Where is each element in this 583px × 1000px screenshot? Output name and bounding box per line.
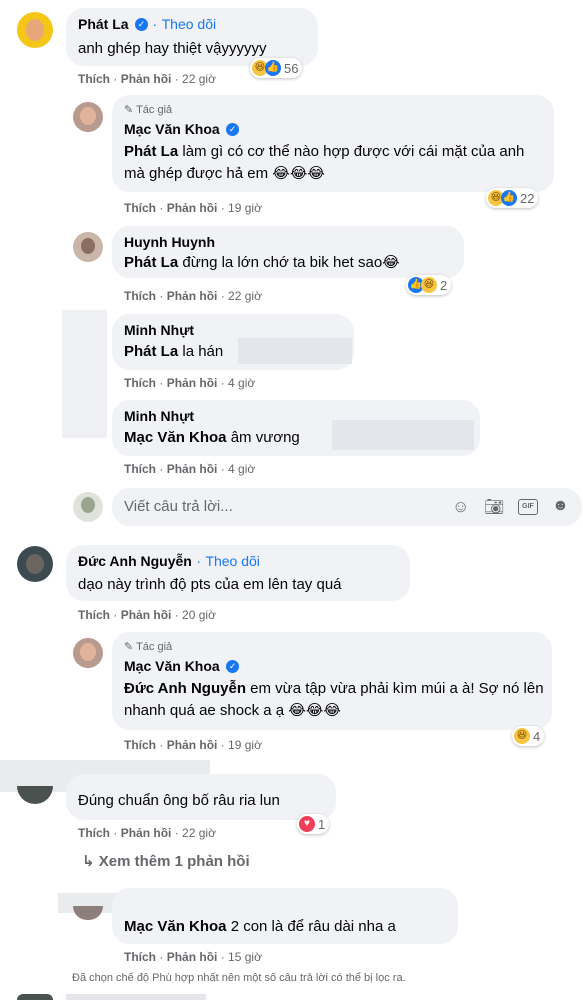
follow-link[interactable]: Theo dõi <box>162 16 216 32</box>
comment-text: anh ghép hay thiệt vậyyyyyy <box>78 40 267 57</box>
comment-text: 2 con là để râu dài nha a <box>226 918 396 935</box>
haha-icon: 😆 <box>421 277 437 293</box>
avatar[interactable] <box>73 102 103 132</box>
comment-bubble: Huynh Huynh Phát La đừng la lớn chớ ta b… <box>112 226 464 278</box>
like-button[interactable]: Thích <box>124 738 156 752</box>
mention-link[interactable]: Phát La <box>124 343 178 360</box>
gif-icon[interactable]: GIF <box>518 499 538 515</box>
reply-arrow-icon: ↳ <box>82 853 95 870</box>
redacted-area <box>332 420 474 450</box>
comment-bubble: ✎ Tác giả Mạc Văn Khoa ✓ Phát La làm gì … <box>112 95 554 192</box>
timestamp[interactable]: 4 giờ <box>228 376 255 390</box>
avatar <box>73 492 103 522</box>
reply-input[interactable]: Viết câu trả lời... ☺ 📷︎ GIF ☻ <box>112 488 582 526</box>
author-tag: Tác giả <box>136 104 173 116</box>
verified-badge-icon: ✓ <box>226 660 240 674</box>
like-button[interactable]: Thích <box>78 72 110 86</box>
timestamp[interactable]: 20 giờ <box>182 608 216 622</box>
reply-button[interactable]: Phản hồi <box>167 376 218 390</box>
reply-button[interactable]: Phản hồi <box>167 462 218 476</box>
reply-button[interactable]: Phản hồi <box>167 289 218 303</box>
filter-notice: Đã chọn chế độ Phù hợp nhất nên một số c… <box>72 972 406 984</box>
sticker-icon[interactable]: ☻ <box>552 497 569 515</box>
avatar <box>17 994 53 1000</box>
avatar[interactable] <box>73 232 103 262</box>
commenter-name[interactable]: Minh Nhựt <box>124 408 194 424</box>
redacted-area <box>62 310 107 438</box>
comment-bubble: Mạc Văn Khoa 2 con là để râu dài nha a <box>112 888 458 944</box>
emoji-icon[interactable]: ☺ <box>452 497 469 517</box>
commenter-name[interactable]: Huynh Huynh <box>124 234 215 250</box>
reply-button[interactable]: Phản hồi <box>121 826 172 840</box>
comment-bubble: ✎ Tác giả Mạc Văn Khoa ✓ Đức Anh Nguyễn … <box>112 632 552 730</box>
comment-text: làm gì có cơ thể nào hợp được với cái mặ… <box>124 143 525 182</box>
pencil-icon: ✎ <box>124 104 134 116</box>
reply-button[interactable]: Phản hồi <box>121 608 172 622</box>
timestamp[interactable]: 22 giờ <box>182 826 216 840</box>
avatar[interactable] <box>73 906 103 920</box>
reaction-summary[interactable]: 😆 4 <box>512 726 545 746</box>
timestamp[interactable]: 19 giờ <box>228 201 262 215</box>
like-button[interactable]: Thích <box>124 950 156 964</box>
timestamp[interactable]: 22 giờ <box>228 289 262 303</box>
like-button[interactable]: Thích <box>78 826 110 840</box>
commenter-name[interactable]: Mạc Văn Khoa <box>124 658 220 674</box>
reaction-summary[interactable]: ♥ 1 <box>297 814 330 834</box>
reaction-summary[interactable]: 👍 😆 2 <box>406 275 452 295</box>
mention-link[interactable]: Mạc Văn Khoa <box>124 918 227 935</box>
reply-button[interactable]: Phản hồi <box>167 950 218 964</box>
like-button[interactable]: Thích <box>124 376 156 390</box>
follow-link[interactable]: Theo dõi <box>205 553 259 569</box>
commenter-name[interactable]: Minh Nhựt <box>124 322 194 338</box>
comment-text: Đúng chuẩn ông bố râu ria lun <box>78 792 280 809</box>
avatar[interactable] <box>17 546 53 582</box>
like-button[interactable]: Thích <box>124 201 156 215</box>
camera-icon[interactable]: 📷︎ <box>484 497 504 517</box>
comment-text: đừng la lớn chớ ta bik het sao😂 <box>178 254 400 271</box>
comment-bubble: Đúng chuẩn ông bố râu ria lun <box>66 774 336 820</box>
like-button[interactable]: Thích <box>78 608 110 622</box>
verified-badge-icon: ✓ <box>135 18 149 32</box>
like-icon: 👍 <box>501 190 517 206</box>
pencil-icon: ✎ <box>124 641 134 653</box>
timestamp[interactable]: 19 giờ <box>228 738 262 752</box>
reply-button[interactable]: Phản hồi <box>167 201 218 215</box>
like-button[interactable]: Thích <box>124 462 156 476</box>
like-icon: 👍 <box>265 60 281 76</box>
redacted-area <box>66 994 206 1000</box>
comment-bubble: Đức Anh Nguyễn · Theo dõi dạo này trình … <box>66 545 410 601</box>
mention-link[interactable]: Đức Anh Nguyễn <box>124 680 246 697</box>
mention-link[interactable]: Phát La <box>124 254 178 271</box>
reaction-summary[interactable]: 😆 👍 22 <box>486 188 539 208</box>
author-tag: Tác giả <box>136 641 173 653</box>
view-more-replies[interactable]: ↳ Xem thêm 1 phản hồi <box>82 852 250 870</box>
timestamp[interactable]: 22 giờ <box>182 72 216 86</box>
mention-link[interactable]: Mạc Văn Khoa <box>124 429 227 446</box>
verified-badge-icon: ✓ <box>226 123 240 137</box>
avatar[interactable] <box>73 638 103 668</box>
comment-bubble: Minh Nhựt Mạc Văn Khoa âm vương <box>112 400 480 456</box>
commenter-name[interactable]: Đức Anh Nguyễn <box>78 553 192 569</box>
timestamp[interactable]: 4 giờ <box>228 462 255 476</box>
commenter-name[interactable]: Phát La <box>78 16 129 32</box>
redacted-area <box>238 338 352 364</box>
reply-button[interactable]: Phản hồi <box>121 72 172 86</box>
reaction-summary[interactable]: 😆 👍 56 <box>250 58 303 78</box>
avatar[interactable] <box>17 12 53 48</box>
commenter-name[interactable]: Mạc Văn Khoa <box>124 121 220 137</box>
mention-link[interactable]: Phát La <box>124 143 178 160</box>
like-button[interactable]: Thích <box>124 289 156 303</box>
heart-icon: ♥ <box>299 816 315 832</box>
comment-text: âm vương <box>226 429 300 446</box>
reply-button[interactable]: Phản hồi <box>167 738 218 752</box>
timestamp[interactable]: 15 giờ <box>228 950 262 964</box>
reply-placeholder: Viết câu trả lời... <box>124 498 233 515</box>
comment-text: dạo này trình độ pts của em lên tay quá <box>78 576 342 593</box>
comment-text: la hán <box>178 343 224 360</box>
haha-icon: 😆 <box>514 728 530 744</box>
comment-bubble: Minh Nhựt Phát La la hán <box>112 314 354 370</box>
avatar[interactable] <box>17 786 53 804</box>
